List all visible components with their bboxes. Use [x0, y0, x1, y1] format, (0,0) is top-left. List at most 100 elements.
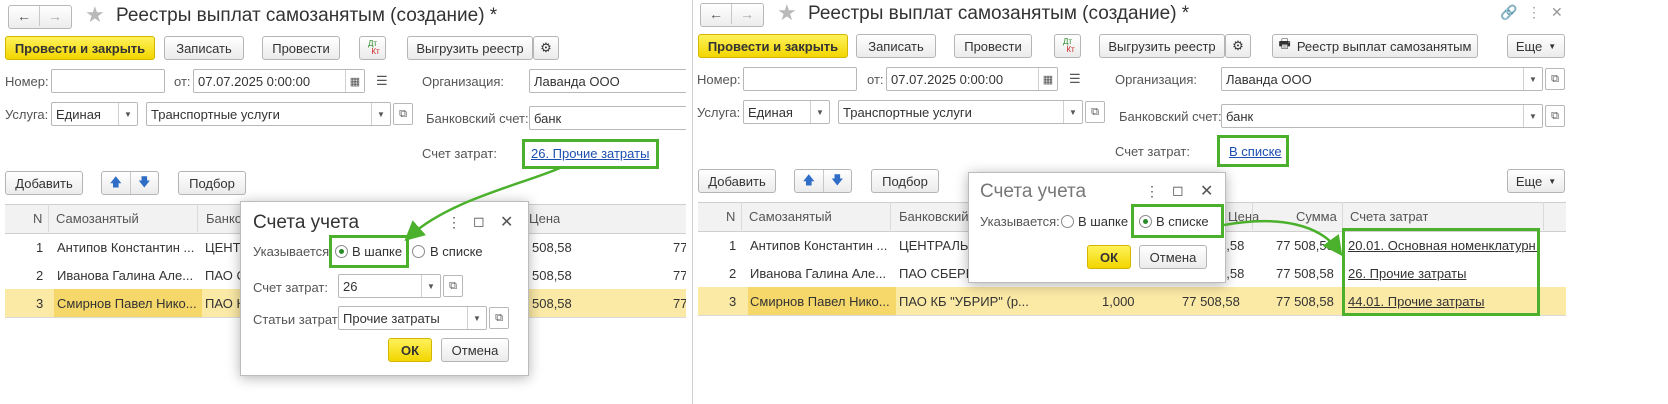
- forward-arrow-icon[interactable]: →: [731, 4, 762, 24]
- more-vertical-icon[interactable]: ⋮: [1527, 4, 1541, 21]
- cost-account-label: Счет затрат:: [422, 146, 497, 161]
- date-field[interactable]: 07.07.2025 0:00:00 ▦: [193, 69, 365, 93]
- chevron-down-icon[interactable]: ▼: [467, 307, 486, 329]
- close-icon[interactable]: ✕: [1200, 181, 1213, 201]
- chevron-down-icon[interactable]: ▼: [118, 103, 137, 125]
- open-link-icon[interactable]: ⧉: [1545, 68, 1565, 90]
- cancel-button[interactable]: Отмена: [1139, 245, 1207, 269]
- post-button[interactable]: Провести: [262, 36, 340, 60]
- bank-value: банк: [1226, 108, 1254, 124]
- save-button[interactable]: Записать: [164, 36, 244, 60]
- more-vertical-icon[interactable]: ⋮: [1145, 183, 1159, 200]
- row-name: Смирнов Павел Нико...: [57, 296, 197, 311]
- print-registry-label: Реестр выплат самозанятым: [1296, 38, 1472, 54]
- dt-kt-button[interactable]: Дт Кт: [359, 36, 386, 60]
- close-icon[interactable]: ✕: [500, 212, 513, 232]
- cancel-button[interactable]: Отмена: [441, 338, 509, 362]
- back-arrow-icon[interactable]: ←: [9, 6, 39, 26]
- col-n[interactable]: N: [33, 211, 42, 226]
- col-bank[interactable]: Банковский счет: [899, 209, 969, 224]
- more-label: Еще: [1515, 38, 1543, 54]
- comment-icon[interactable]: ☰: [376, 73, 388, 89]
- service-type-select[interactable]: Единая ▼: [51, 102, 138, 126]
- calendar-icon[interactable]: ▦: [1038, 68, 1057, 90]
- table-more-button[interactable]: Еще ▼: [1507, 169, 1565, 193]
- col-self-employed[interactable]: Самозанятый: [749, 209, 832, 224]
- move-down-icon[interactable]: 🡇: [129, 172, 159, 194]
- favorite-star-icon[interactable]: ★: [777, 0, 797, 26]
- col-cost-accounts[interactable]: Счета затрат: [1350, 209, 1428, 224]
- maximize-icon[interactable]: ◻: [473, 213, 485, 230]
- chevron-down-icon[interactable]: ▼: [1523, 105, 1542, 127]
- post-and-close-button[interactable]: Провести и закрыть: [5, 36, 155, 60]
- move-up-icon[interactable]: 🡅: [102, 172, 130, 194]
- org-field[interactable]: Лаванда ООО: [529, 69, 686, 93]
- row-price: 508,58: [532, 268, 572, 283]
- service-select[interactable]: Транспортные услуги ▼: [146, 102, 391, 126]
- chevron-down-icon[interactable]: ▼: [371, 103, 390, 125]
- row-sum: 77: [673, 240, 686, 255]
- org-select[interactable]: Лаванда ООО ▼: [1221, 67, 1543, 91]
- date-value: 07.07.2025 0:00:00: [198, 73, 311, 89]
- cost-account-select[interactable]: 26 ▼: [338, 274, 441, 298]
- col-n[interactable]: N: [726, 209, 735, 224]
- ok-button[interactable]: ОК: [1087, 245, 1131, 269]
- chevron-down-icon[interactable]: ▼: [810, 101, 829, 123]
- back-arrow-icon[interactable]: ←: [701, 4, 731, 24]
- settings-gear-button[interactable]: ⚙: [533, 36, 559, 60]
- favorite-star-icon[interactable]: ★: [85, 2, 105, 28]
- move-down-icon[interactable]: 🡇: [822, 170, 852, 192]
- radio-in-header[interactable]: [1061, 215, 1074, 228]
- maximize-icon[interactable]: ◻: [1172, 182, 1184, 199]
- move-up-icon[interactable]: 🡅: [795, 170, 823, 192]
- gear-icon: ⚙: [1232, 38, 1244, 53]
- chevron-down-icon[interactable]: ▼: [1063, 101, 1082, 123]
- save-button[interactable]: Записать: [856, 34, 936, 58]
- col-price[interactable]: Цена: [529, 211, 560, 226]
- link-icon[interactable]: 🔗: [1500, 4, 1517, 21]
- settings-gear-button[interactable]: ⚙: [1225, 34, 1251, 58]
- cost-items-select[interactable]: Прочие затраты ▼: [338, 306, 487, 330]
- post-button[interactable]: Провести: [954, 34, 1032, 58]
- calendar-icon[interactable]: ▦: [345, 70, 364, 92]
- pick-button[interactable]: Подбор: [178, 171, 246, 195]
- number-field[interactable]: [51, 69, 165, 93]
- row-bank: ПАО СБЕРЕ: [899, 266, 975, 281]
- open-link-icon[interactable]: ⧉: [1085, 101, 1105, 123]
- chevron-down-icon[interactable]: ▼: [1523, 68, 1542, 90]
- cost-account-highlight: [522, 139, 659, 169]
- add-button[interactable]: Добавить: [698, 169, 776, 193]
- print-registry-button[interactable]: 🖶 Реестр выплат самозанятым: [1272, 34, 1478, 58]
- more-vertical-icon[interactable]: ⋮: [447, 214, 461, 231]
- comment-icon[interactable]: ☰: [1069, 71, 1081, 87]
- chevron-down-icon[interactable]: ▼: [421, 275, 440, 297]
- more-button[interactable]: Еще ▼: [1507, 34, 1565, 58]
- col-price[interactable]: Цена: [1228, 209, 1259, 224]
- col-self-employed[interactable]: Самозанятый: [56, 211, 139, 226]
- forward-arrow-icon[interactable]: →: [39, 6, 70, 26]
- open-link-icon[interactable]: ⧉: [393, 103, 413, 125]
- dt-kt-button[interactable]: Дт Кт: [1054, 34, 1081, 58]
- export-registry-button[interactable]: Выгрузить реестр: [1099, 34, 1225, 58]
- ok-button[interactable]: ОК: [388, 338, 432, 362]
- close-icon[interactable]: ✕: [1551, 4, 1563, 21]
- service-type-select[interactable]: Единая ▼: [743, 100, 830, 124]
- col-bank[interactable]: Банко: [206, 211, 242, 226]
- row-bank: ЦЕНТРАЛЬН: [899, 238, 978, 253]
- org-label: Организация:: [422, 74, 505, 89]
- export-registry-button[interactable]: Выгрузить реестр: [407, 36, 533, 60]
- bank-select[interactable]: банк ▼: [1221, 104, 1543, 128]
- bank-field[interactable]: банк: [529, 106, 686, 130]
- service-select[interactable]: Транспортные услуги ▼: [838, 100, 1083, 124]
- date-field[interactable]: 07.07.2025 0:00:00 ▦: [886, 67, 1058, 91]
- add-button[interactable]: Добавить: [5, 171, 83, 195]
- post-and-close-button[interactable]: Провести и закрыть: [698, 34, 848, 58]
- open-link-icon[interactable]: ⧉: [1545, 105, 1565, 127]
- open-link-icon[interactable]: ⧉: [489, 307, 509, 329]
- radio-in-list[interactable]: [412, 245, 425, 258]
- col-sum[interactable]: Сумма: [1296, 209, 1337, 224]
- number-field[interactable]: [743, 67, 857, 91]
- pick-button[interactable]: Подбор: [871, 169, 939, 193]
- kt-label: Кт: [1066, 45, 1075, 54]
- open-link-icon[interactable]: ⧉: [443, 275, 463, 297]
